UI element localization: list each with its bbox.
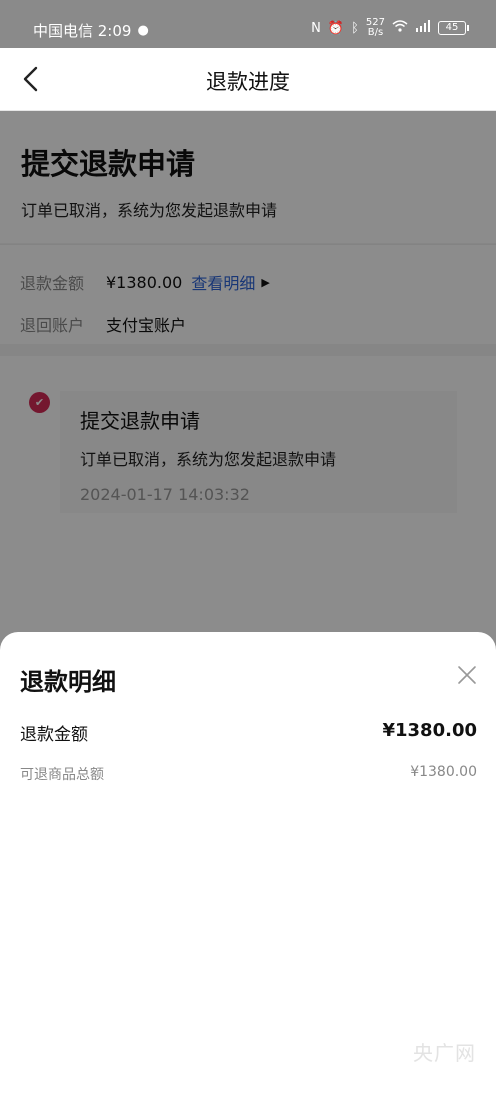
sheet-title: 退款明细	[20, 668, 116, 696]
close-icon[interactable]	[456, 664, 478, 686]
net-speed: 527 B/s	[366, 18, 385, 38]
wifi-icon	[392, 20, 408, 36]
refund-detail-sheet: 退款明细 退款金额 ¥1380.00 可退商品总额 ¥1380.00 央广网	[0, 632, 496, 1096]
signal-icon	[415, 20, 431, 36]
nfc-icon: N	[311, 20, 321, 36]
watermark: 央广网	[413, 1041, 476, 1065]
refund-amount-label: 退款金额	[20, 725, 88, 745]
status-left: 中国电信 2:09 ●	[33, 20, 149, 41]
refund-amount-row: 退款金额 ¥1380.00	[20, 720, 477, 745]
net-speed-unit: B/s	[367, 27, 384, 38]
alarm-icon: ⏰	[327, 20, 345, 36]
status-bar: 中国电信 2:09 ● N ⏰ ᛒ 527 B/s 45	[0, 0, 496, 48]
nav-header: 退款进度	[0, 48, 496, 111]
battery-icon: 45	[438, 21, 469, 35]
goods-total-label: 可退商品总额	[20, 767, 104, 783]
refund-amount-value: ¥1380.00	[382, 720, 477, 741]
carrier-time: 中国电信 2:09	[33, 22, 132, 40]
wechat-icon: ●	[137, 23, 149, 38]
goods-total-row: 可退商品总额 ¥1380.00	[20, 764, 477, 784]
goods-total-value: ¥1380.00	[410, 764, 477, 780]
page-title: 退款进度	[206, 70, 290, 94]
bluetooth-icon: ᛒ	[351, 20, 359, 36]
status-right: N ⏰ ᛒ 527 B/s 45	[311, 18, 469, 38]
